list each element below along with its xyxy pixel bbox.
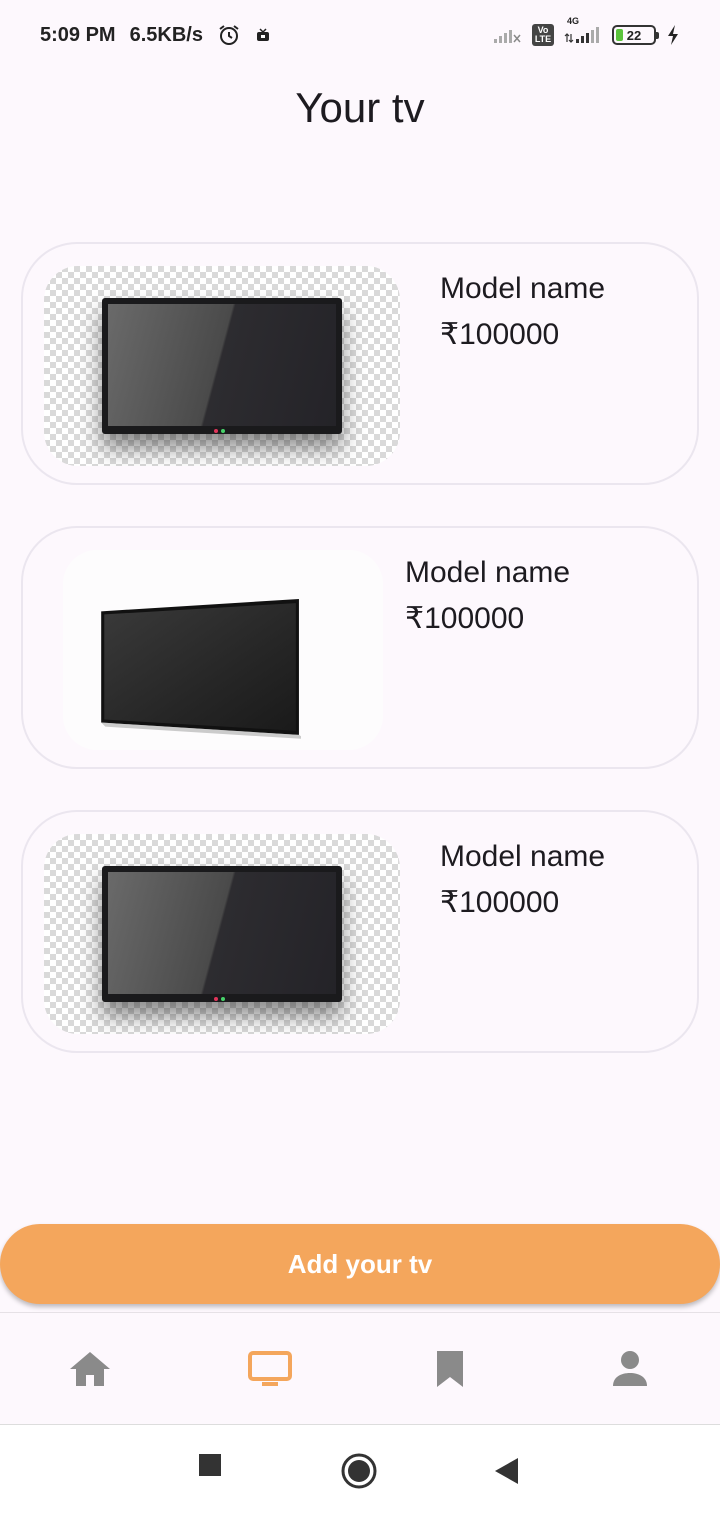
- battery-icon: 22: [612, 25, 659, 45]
- nav-tv[interactable]: [180, 1313, 360, 1424]
- tv-image: [44, 834, 400, 1034]
- tv-price: ₹100000: [440, 886, 560, 919]
- status-time: 5:09 PM: [40, 23, 116, 46]
- home-icon: [70, 1351, 110, 1386]
- tv-card[interactable]: Model name ₹100000: [21, 810, 699, 1053]
- status-speed: 6.5KB/s: [129, 23, 203, 46]
- back-icon: [495, 1458, 518, 1484]
- recents-button[interactable]: [198, 1453, 222, 1477]
- charging-icon: [666, 24, 680, 46]
- battery-level: 22: [626, 27, 642, 43]
- bookmark-icon: [437, 1350, 463, 1387]
- home-button[interactable]: [340, 1452, 378, 1490]
- recents-icon: [199, 1454, 221, 1476]
- nav-profile[interactable]: [540, 1313, 720, 1424]
- nav-saved[interactable]: [360, 1313, 540, 1424]
- nav-home[interactable]: [0, 1313, 180, 1424]
- tv-angled-icon: [101, 598, 301, 739]
- circle-icon: [341, 1453, 377, 1489]
- tv-model-name: Model name: [405, 556, 571, 589]
- signal-4g-icon: 4G: [564, 16, 602, 46]
- alarm-icon: [217, 23, 241, 47]
- add-tv-button[interactable]: Add your tv: [0, 1224, 720, 1304]
- tv-model-name: Model name: [440, 840, 606, 873]
- person-icon: [613, 1350, 647, 1386]
- page-title: Your tv: [295, 84, 425, 131]
- back-button[interactable]: [494, 1457, 520, 1485]
- tv-price: ₹100000: [440, 318, 560, 351]
- status-bar: 5:09 PM 6.5KB/s Vo LTE 4G 22: [0, 0, 720, 70]
- tv-flat-icon: [102, 866, 342, 1002]
- tv-icon: [248, 1350, 292, 1386]
- notification-icon: [255, 27, 271, 43]
- tv-card[interactable]: Model name ₹100000: [21, 526, 699, 769]
- tv-flat-icon: [102, 298, 342, 434]
- system-nav: [0, 1425, 720, 1520]
- volte-icon: Vo LTE: [532, 24, 554, 46]
- tv-image: [63, 550, 383, 750]
- signal-icon: [492, 25, 522, 45]
- network-label: 4G: [567, 16, 580, 26]
- tv-model-name: Model name: [440, 272, 606, 305]
- bottom-nav: [0, 1312, 720, 1424]
- tv-price: ₹100000: [405, 602, 525, 635]
- tv-image: [44, 266, 400, 466]
- tv-card[interactable]: Model name ₹100000: [21, 242, 699, 485]
